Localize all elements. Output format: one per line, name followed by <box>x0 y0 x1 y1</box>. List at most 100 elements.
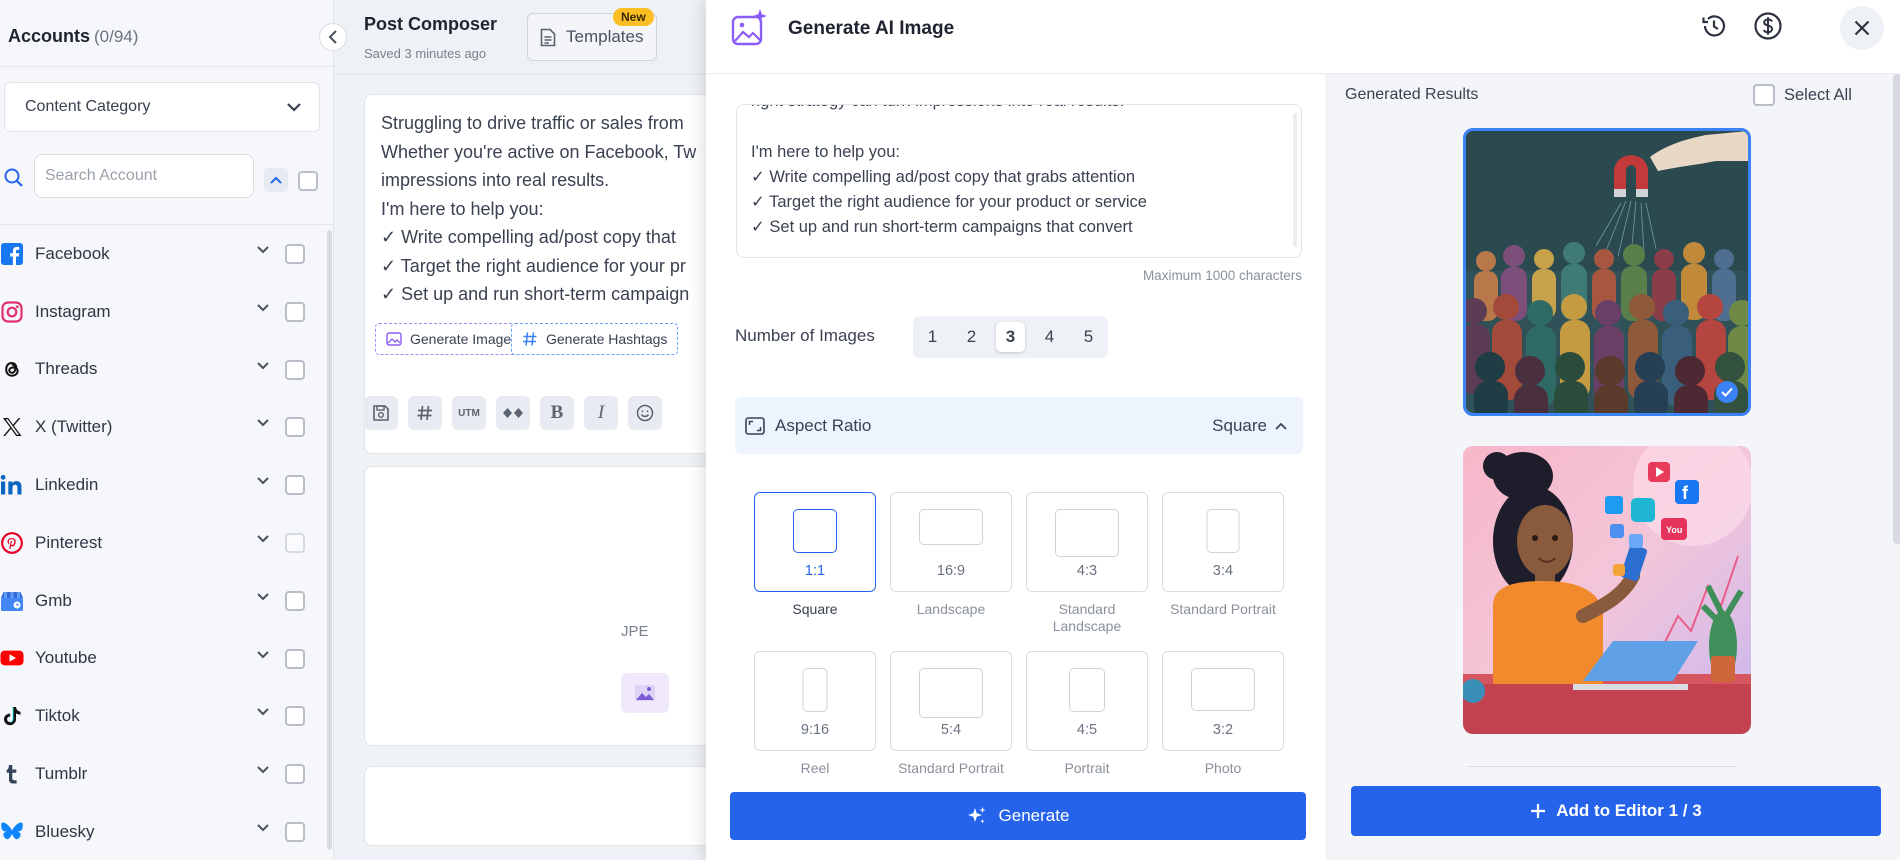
generate-button[interactable]: Generate <box>730 792 1306 840</box>
sort-toggle-button[interactable] <box>264 168 288 192</box>
account-checkbox[interactable] <box>285 590 305 611</box>
ratio-option-9-16[interactable]: 9:16 Reel <box>754 651 876 777</box>
ratio-option-3-2[interactable]: 3:2 Photo <box>1162 651 1284 777</box>
chevron-down-icon[interactable] <box>256 245 270 255</box>
number-of-images-selector: 1 2 3 4 5 <box>913 316 1108 358</box>
chevron-down-icon[interactable] <box>256 534 270 544</box>
account-checkbox[interactable] <box>285 764 305 785</box>
chevron-down-icon[interactable] <box>256 823 270 833</box>
account-label: Pinterest <box>35 532 103 552</box>
collapse-sidebar-button[interactable] <box>319 23 347 51</box>
chevron-down-icon[interactable] <box>256 303 270 313</box>
emoji-icon[interactable] <box>628 396 662 430</box>
templates-label: Templates <box>566 27 644 46</box>
account-row-tumblr[interactable]: Tumblr <box>0 745 320 803</box>
account-checkbox[interactable] <box>285 706 305 727</box>
num-option-3[interactable]: 3 <box>996 322 1025 352</box>
ratio-option-4-5[interactable]: 4:5 Portrait <box>1026 651 1148 777</box>
select-all-accounts-checkbox[interactable] <box>298 171 318 191</box>
chevron-down-icon[interactable] <box>256 592 270 602</box>
num-option-1[interactable]: 1 <box>918 322 947 352</box>
ratio-option-16-9[interactable]: 16:9 Landscape <box>890 492 1012 618</box>
add-to-editor-label: Add to Editor 1 / 3 <box>1556 801 1702 820</box>
ratio-option-5-4[interactable]: 5:4 Standard Portrait <box>890 651 1012 777</box>
ratio-option-3-4[interactable]: 3:4 Standard Portrait <box>1162 492 1284 618</box>
select-all-results[interactable]: Select All <box>1753 84 1852 106</box>
accounts-header: Accounts (0/94) <box>8 26 138 47</box>
divider <box>334 74 706 75</box>
account-row-pinterest[interactable]: Pinterest <box>0 514 320 572</box>
account-checkbox[interactable] <box>285 821 305 842</box>
close-panel-button[interactable] <box>1840 6 1884 50</box>
add-to-editor-button[interactable]: Add to Editor 1 / 3 <box>1351 786 1881 836</box>
preview-card <box>364 766 706 846</box>
bold-icon[interactable]: B <box>540 396 574 430</box>
account-label: Linkedin <box>35 475 99 495</box>
account-list: Facebook Instagram Threads X (Twitter) L… <box>0 225 320 860</box>
account-row-facebook[interactable]: Facebook <box>0 225 320 283</box>
generate-image-button[interactable]: Generate Image <box>375 323 523 355</box>
account-row-youtube[interactable]: Youtube <box>0 630 320 688</box>
search-account-input[interactable] <box>34 154 254 198</box>
editor-line: Struggling to drive traffic or sales fro… <box>381 113 684 133</box>
account-row-x-twitter[interactable]: X (Twitter) <box>0 398 320 456</box>
editor-line: ✓ Write compelling ad/post copy that <box>381 227 676 247</box>
prompt-scrollbar[interactable] <box>1293 113 1297 247</box>
generated-image-1[interactable] <box>1463 128 1751 416</box>
sidebar-scrollbar[interactable] <box>327 230 332 850</box>
account-label: X (Twitter) <box>35 417 113 437</box>
account-checkbox[interactable] <box>285 301 305 322</box>
generate-image-label: Generate Image <box>410 331 512 347</box>
ratio-option-4-3[interactable]: 4:3 Standard Landscape <box>1026 492 1148 635</box>
account-row-threads[interactable]: Threads <box>0 341 320 399</box>
credits-dollar-icon[interactable] <box>1752 10 1784 42</box>
account-row-bluesky[interactable]: Bluesky <box>0 803 320 860</box>
media-upload-area[interactable]: JPE <box>364 466 706 746</box>
generated-results: Generated Results Select All f You Add t… <box>1326 74 1900 860</box>
chevron-down-icon[interactable] <box>256 476 270 486</box>
generated-image-2[interactable]: f You <box>1463 446 1751 734</box>
account-checkbox[interactable] <box>285 417 305 438</box>
num-option-2[interactable]: 2 <box>957 322 986 352</box>
image-upload-icon[interactable] <box>621 673 669 713</box>
results-scrollbar[interactable] <box>1893 74 1900 544</box>
prompt-text[interactable]: right strategy can turn impressions into… <box>751 105 1147 241</box>
account-checkbox[interactable] <box>285 244 305 264</box>
account-row-instagram[interactable]: Instagram <box>0 283 320 341</box>
chevron-down-icon[interactable] <box>256 650 270 660</box>
select-all-checkbox[interactable] <box>1753 84 1775 106</box>
aspect-ratio-toggle[interactable]: Aspect Ratio Square <box>735 397 1303 454</box>
accounts-sidebar: Accounts(0/94) Content Category Facebook… <box>0 0 334 860</box>
hashtag-icon[interactable] <box>408 396 442 430</box>
num-option-4[interactable]: 4 <box>1035 322 1064 352</box>
chevron-down-icon[interactable] <box>256 418 270 428</box>
account-checkbox[interactable] <box>285 532 305 553</box>
account-row-gmb[interactable]: Gmb <box>0 572 320 630</box>
prompt-textarea[interactable]: right strategy can turn impressions into… <box>736 104 1302 258</box>
utm-icon[interactable]: UTM <box>452 396 486 430</box>
num-option-5[interactable]: 5 <box>1074 322 1103 352</box>
account-row-tiktok[interactable]: Tiktok <box>0 687 320 745</box>
post-editor-text[interactable]: Struggling to drive traffic or sales fro… <box>381 109 706 309</box>
search-icon[interactable] <box>4 168 24 191</box>
save-icon[interactable] <box>364 396 398 430</box>
account-checkbox[interactable] <box>285 475 305 496</box>
account-row-linkedin[interactable]: Linkedin <box>0 456 320 514</box>
tumblr-icon <box>0 762 24 786</box>
ratio-value: 3:4 <box>1212 563 1234 579</box>
account-checkbox[interactable] <box>285 359 305 380</box>
chevron-down-icon[interactable] <box>256 765 270 775</box>
chevron-down-icon[interactable] <box>256 361 270 371</box>
account-label: Gmb <box>35 590 72 610</box>
link-shortener-icon[interactable] <box>496 396 530 430</box>
account-label: Facebook <box>35 243 110 263</box>
chevron-down-icon[interactable] <box>256 707 270 717</box>
account-checkbox[interactable] <box>285 648 305 669</box>
editor-line: ✓ Set up and run short-term campaign <box>381 284 690 304</box>
italic-icon[interactable]: I <box>584 396 618 430</box>
generate-hashtags-button[interactable]: Generate Hashtags <box>511 323 679 355</box>
history-icon[interactable] <box>1698 10 1730 42</box>
content-category-select[interactable]: Content Category <box>4 82 320 132</box>
svg-text:You: You <box>1666 525 1682 535</box>
ratio-option-1-1[interactable]: 1:1 Square <box>754 492 876 618</box>
